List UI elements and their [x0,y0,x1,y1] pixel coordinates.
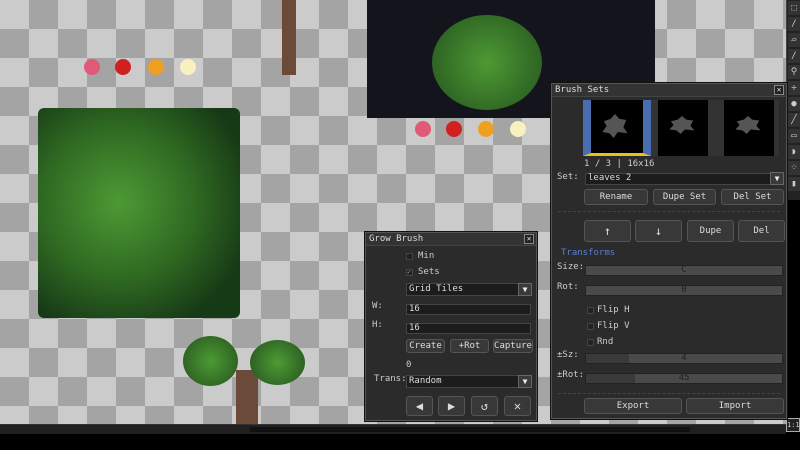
size-variance-label: ±Sz: [557,350,579,360]
min-checkbox[interactable] [406,253,413,260]
capture-button[interactable]: Capture [493,339,533,353]
size-variance-slider[interactable]: 4 [585,353,783,364]
rot-variance-value: 45 [678,373,690,383]
dupe-button[interactable]: Dupe [687,220,734,242]
bush [250,340,305,385]
add-rot-button[interactable]: +Rot [450,339,489,353]
rot-variance-label: ±Rot: [557,370,585,380]
size-label: Size: [557,262,585,272]
sets-label: Sets [418,267,440,277]
brush-thumbnail-selected[interactable] [583,100,651,156]
zoom-icon[interactable]: ⚲ [788,65,800,79]
horizontal-scrollbar[interactable] [0,424,786,434]
rnd-label: Rnd [597,337,614,347]
close-icon[interactable]: ✕ [524,234,534,244]
brush-icon[interactable]: / [788,17,800,31]
zoom-ratio-button[interactable]: 1:1 [786,418,800,432]
eraser-icon[interactable]: ▱ [788,33,800,47]
chevron-down-icon[interactable]: ▼ [770,172,784,185]
mode-select[interactable]: Grid Tiles [406,283,521,296]
import-button[interactable]: Import [686,398,784,414]
tree-trunk [282,0,296,75]
chevron-down-icon[interactable]: ▼ [518,375,532,388]
stamp-icon[interactable]: ▮ [788,177,800,191]
rot-variance-slider[interactable]: 45 [585,373,783,384]
move-down-button[interactable]: ↓ [635,220,682,242]
rot-slider[interactable]: 0 [585,285,783,296]
move-icon[interactable]: ✛ [788,81,800,95]
flip-h-label: Flip H [597,305,630,315]
scrollbar-thumb[interactable] [250,427,690,432]
del-button[interactable]: Del [738,220,785,242]
rnd-checkbox[interactable] [587,339,594,346]
previous-button[interactable]: ◀ [406,396,433,416]
spray-icon[interactable]: ⁘ [788,161,800,175]
bush [183,336,238,386]
brush-thumbnail[interactable] [658,100,708,156]
move-up-button[interactable]: ↑ [584,220,631,242]
brush-thumbnail[interactable] [724,100,774,156]
close-x-button[interactable]: ✕ [504,396,531,416]
size-value: C [681,265,687,275]
close-icon[interactable]: ✕ [774,85,784,95]
chevron-down-icon[interactable]: ▼ [518,283,532,296]
flip-h-checkbox[interactable] [587,307,594,314]
panel-title: Brush Sets [552,84,786,97]
width-input[interactable]: 16 [406,304,531,315]
leaf-foliage [38,108,240,318]
export-button[interactable]: Export [584,398,682,414]
size-variance-value: 4 [681,353,687,363]
height-input[interactable]: 16 [406,323,531,334]
brush-sets-panel: Brush Sets ✕ 1 / 3 | 16x16 Set: leaves 2… [551,83,787,419]
flower-bush [432,15,542,110]
sets-checkbox[interactable]: ✓ [406,269,413,276]
line-icon[interactable]: ╱ [788,113,800,127]
dupe-set-button[interactable]: Dupe Set [653,189,716,205]
height-label: H: [372,320,383,330]
grow-brush-panel: Grow Brush ✕ Min ✓ Sets Grid Tiles ▼ W: … [365,232,537,421]
size-slider[interactable]: C [585,265,783,276]
rename-button[interactable]: Rename [584,189,648,205]
trans-select[interactable]: Random [406,375,521,388]
blob-icon[interactable]: ◗ [788,145,800,159]
tree-trunk [236,370,258,424]
tool-bar: ⬚ / ▱ / ⚲ ✛ ● ╱ ▭ ◗ ⁘ ▮ [786,0,800,200]
set-label: Set: [557,172,579,182]
min-label: Min [418,251,435,261]
pencil-icon[interactable]: / [788,49,800,63]
rot-label: Rot: [557,282,579,292]
panel-title: Grow Brush [366,233,536,246]
next-button[interactable]: ▶ [438,396,465,416]
create-button[interactable]: Create [406,339,445,353]
rect-icon[interactable]: ▭ [788,129,800,143]
fill-icon[interactable]: ● [788,97,800,111]
reset-icon[interactable]: ↺ [471,396,498,416]
rot-value: 0 [681,285,687,295]
brush-counter: 1 / 3 | 16x16 [584,159,655,169]
brush-count: 0 [406,360,412,370]
transforms-heading: Transforms [561,248,616,258]
trans-label: Trans: [374,374,407,384]
width-label: W: [372,301,383,311]
flip-v-label: Flip V [597,321,630,331]
flip-v-checkbox[interactable] [587,323,594,330]
marquee-icon[interactable]: ⬚ [788,1,800,15]
del-set-button[interactable]: Del Set [721,189,784,205]
set-select[interactable]: leaves 2 [585,173,771,185]
